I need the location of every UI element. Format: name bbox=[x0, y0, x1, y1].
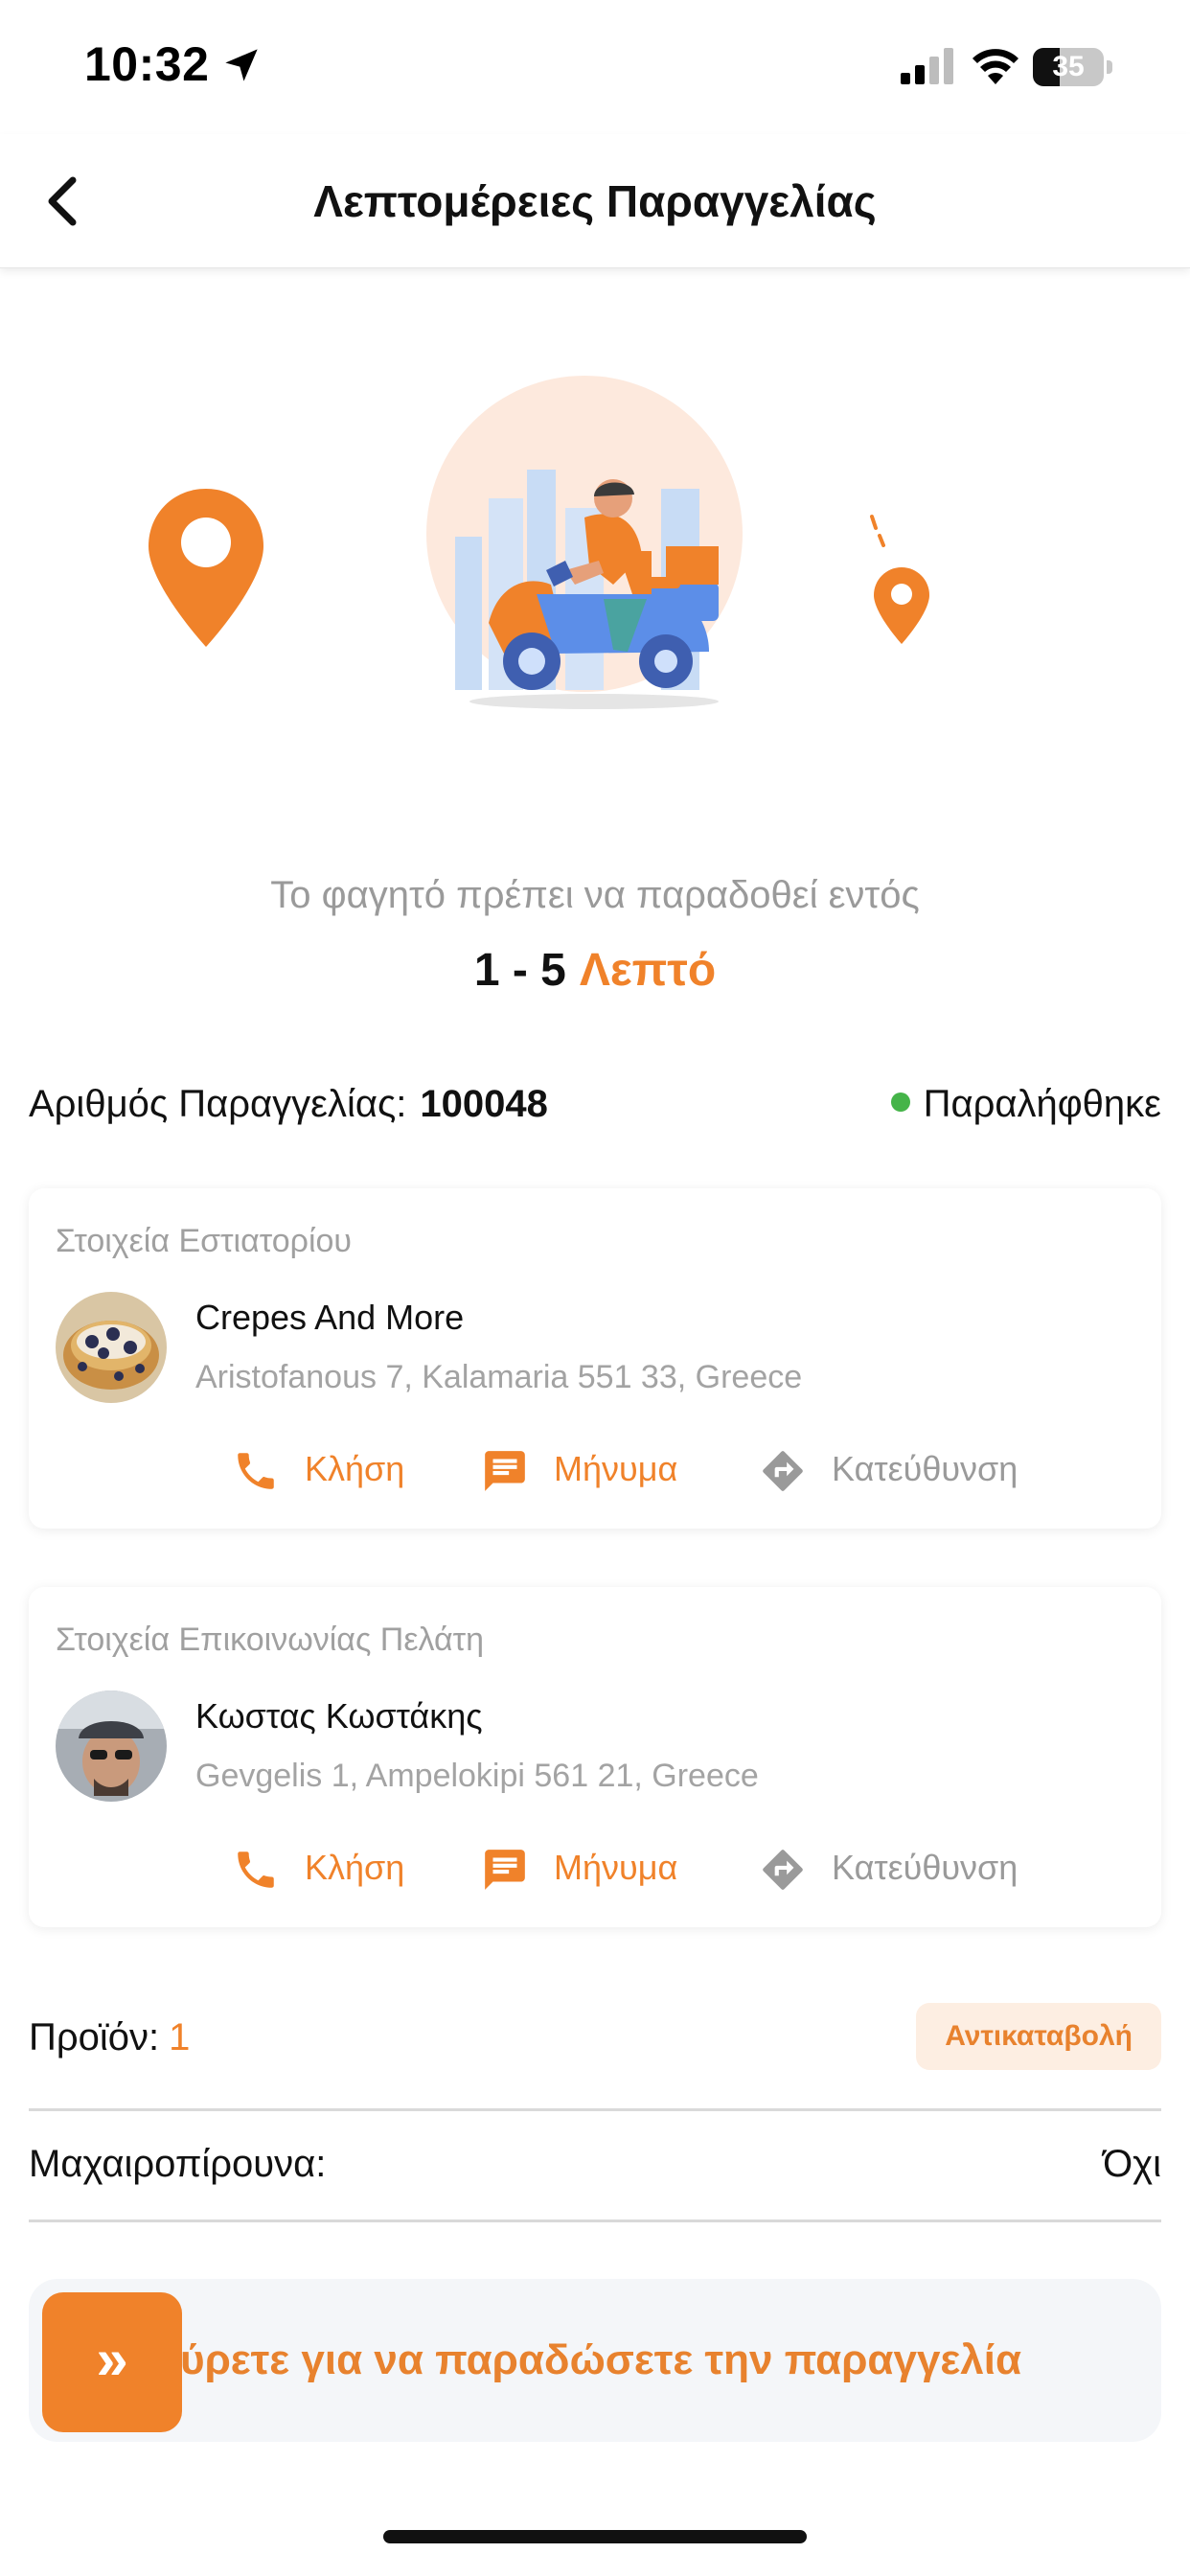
customer-actions: Κλήση Μήνυμα Κατεύθυνση bbox=[29, 1834, 1161, 1901]
map-pin-icon bbox=[149, 489, 263, 647]
cash-on-delivery-button[interactable]: Αντικαταβολή bbox=[916, 2003, 1161, 2070]
swipe-to-deliver-text: ύρετε για να παραδώσετε την παραγγελία bbox=[179, 2336, 1022, 2383]
navigation-bar: Λεπτομέρειες Παραγγελίας bbox=[0, 134, 1190, 268]
order-number: Αριθμός Παραγγελίας: 100048 bbox=[29, 1083, 548, 1126]
customer-card: Στοιχεία Επικοινωνίας Πελάτη Κωστας Κωστ… bbox=[29, 1587, 1161, 1927]
customer-name: Κωστας Κωστάκης bbox=[195, 1696, 483, 1736]
restaurant-name: Crepes And More bbox=[195, 1298, 465, 1337]
restaurant-actions: Κλήση Μήνυμα Κατεύθυνση bbox=[29, 1436, 1161, 1503]
direction-icon bbox=[763, 1451, 803, 1491]
restaurant-direction-label: Κατεύθυνση bbox=[832, 1449, 1018, 1488]
cutlery-label: Μαχαιροπίρουνα: bbox=[29, 2143, 327, 2185]
direction-icon bbox=[763, 1850, 803, 1890]
phone-icon bbox=[238, 1453, 274, 1489]
delivery-illustration bbox=[0, 316, 1190, 757]
restaurant-call-label: Κλήση bbox=[305, 1449, 405, 1488]
restaurant-card: Στοιχεία Εστιατορίου Crepes And More Ari… bbox=[29, 1188, 1161, 1529]
product-count: Προϊόν: 1 bbox=[29, 2016, 190, 2059]
restaurant-address: Aristofanous 7, Kalamaria 551 33, Greece bbox=[195, 1359, 803, 1395]
page-title: Λεπτομέρειες Παραγγελίας bbox=[313, 176, 877, 226]
location-arrow-icon bbox=[225, 49, 258, 81]
delivery-time-caption: Το φαγητό πρέπει να παραδοθεί εντός bbox=[270, 874, 920, 916]
status-time: 10:32 bbox=[84, 37, 210, 91]
delivery-time-range: 1 - 5 bbox=[473, 945, 566, 996]
divider bbox=[29, 2220, 1161, 2222]
customer-message-label: Μήνυμα bbox=[554, 1848, 678, 1887]
customer-address: Gevgelis 1, Ampelokipi 561 21, Greece bbox=[195, 1758, 759, 1794]
double-chevron-icon: » bbox=[96, 2327, 128, 2391]
order-info-row: Αριθμός Παραγγελίας: 100048 Παραλήφθηκε bbox=[29, 1083, 1161, 1135]
product-label: Προϊόν: bbox=[29, 2016, 160, 2058]
swipe-to-deliver-track[interactable]: ύρετε για να παραδώσετε την παραγγελία bbox=[29, 2279, 1161, 2442]
order-number-label: Αριθμός Παραγγελίας: bbox=[29, 1083, 407, 1125]
product-row: Προϊόν: 1 Αντικαταβολή bbox=[29, 2003, 1161, 2072]
divider bbox=[29, 2108, 1161, 2111]
delivery-time-unit: Λεπτό bbox=[579, 945, 717, 996]
wifi-icon bbox=[973, 49, 1018, 84]
status-dot-icon bbox=[890, 1092, 910, 1113]
delivery-time-value: 1 - 5 Λεπτό bbox=[0, 944, 1190, 997]
message-icon bbox=[485, 1850, 525, 1890]
route-dash-icon bbox=[870, 515, 885, 547]
restaurant-avatar bbox=[56, 1292, 167, 1403]
map-pin-icon bbox=[874, 567, 929, 644]
order-status-text: Παραλήφθηκε bbox=[923, 1083, 1161, 1125]
status-bar: 10:32 35 bbox=[0, 0, 1190, 134]
restaurant-message-label: Μήνυμα bbox=[554, 1449, 678, 1488]
customer-section-title: Στοιχεία Επικοινωνίας Πελάτη bbox=[56, 1622, 484, 1658]
customer-call-label: Κλήση bbox=[305, 1848, 405, 1887]
customer-direction-label: Κατεύθυνση bbox=[832, 1848, 1018, 1887]
back-chevron-icon[interactable] bbox=[34, 167, 92, 236]
order-number-value: 100048 bbox=[420, 1083, 548, 1125]
cutlery-row: Μαχαιροπίρουνα: Όχι bbox=[29, 2143, 1161, 2195]
signal-icon bbox=[901, 48, 953, 84]
status-badge: Παραλήφθηκε bbox=[890, 1083, 1161, 1126]
home-indicator[interactable] bbox=[383, 2530, 807, 2543]
cutlery-value: Όχι bbox=[1103, 2143, 1161, 2185]
customer-avatar bbox=[56, 1690, 167, 1802]
battery-level: 35 bbox=[1052, 51, 1085, 82]
swipe-handle[interactable]: » bbox=[42, 2292, 182, 2432]
message-icon bbox=[485, 1451, 525, 1491]
product-count-value: 1 bbox=[169, 2016, 191, 2058]
phone-icon bbox=[238, 1852, 274, 1888]
delivery-scooter-illustration bbox=[455, 470, 719, 709]
battery-icon: 35 bbox=[1033, 48, 1113, 86]
restaurant-section-title: Στοιχεία Εστιατορίου bbox=[56, 1223, 353, 1259]
